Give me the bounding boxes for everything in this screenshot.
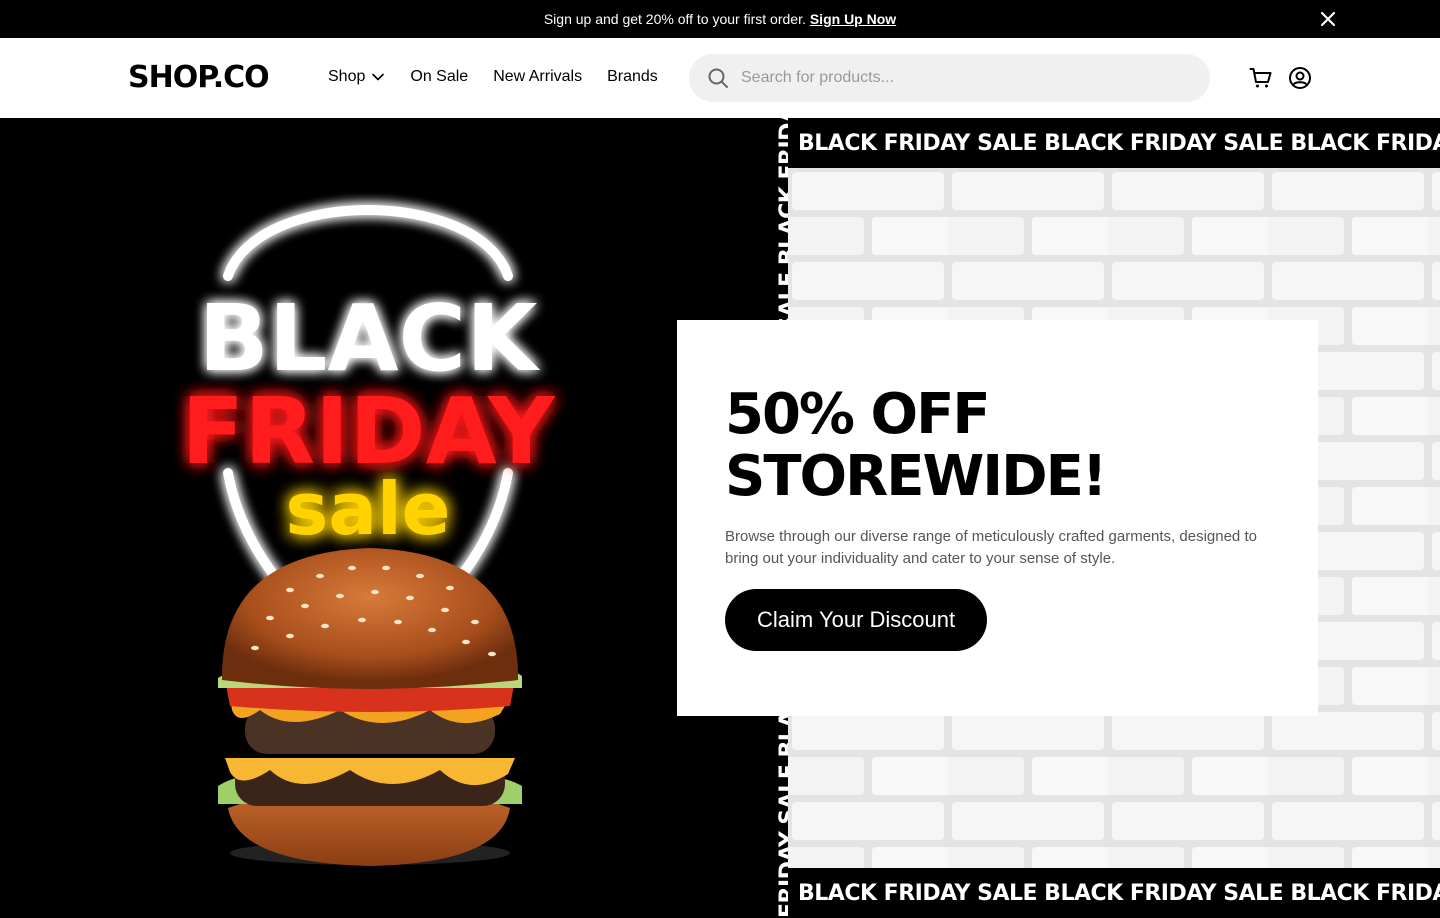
ticker-text: BLACK FRIDAY SALE BLACK FRIDAY SALE BLAC… bbox=[798, 130, 1440, 156]
announcement-bar: Sign up and get 20% off to your first or… bbox=[0, 0, 1440, 38]
cart-icon[interactable] bbox=[1249, 66, 1273, 90]
close-icon[interactable] bbox=[1318, 9, 1338, 29]
nav-item-shop[interactable]: Shop bbox=[328, 68, 385, 86]
search-input[interactable] bbox=[741, 69, 1181, 87]
search-bar bbox=[689, 54, 1210, 102]
nav-item-label: New Arrivals bbox=[493, 68, 583, 85]
promo-description: Browse through our diverse range of meti… bbox=[725, 528, 1257, 567]
promo-headline: 50% OFF STOREWIDE! bbox=[725, 382, 1107, 509]
search-icon bbox=[708, 68, 728, 88]
top-sale-ticker: BLACK FRIDAY SALE BLACK FRIDAY SALE BLAC… bbox=[788, 118, 1440, 168]
logo[interactable]: SHOP.CO bbox=[128, 60, 270, 95]
announcement-text: Sign up and get 20% off to your first or… bbox=[543, 11, 806, 27]
nav-item-new-arrivals[interactable]: New Arrivals bbox=[493, 68, 582, 86]
sign-up-link[interactable]: Sign Up Now bbox=[810, 11, 896, 27]
chevron-down-icon bbox=[372, 73, 385, 81]
hero-banner: BLACK FRIDAY sale BLACK FRIDAY SALE BLAC… bbox=[0, 118, 1440, 918]
main-nav: Shop On Sale New Arrivals Brands bbox=[328, 68, 658, 86]
nav-item-label: Brands bbox=[607, 68, 658, 85]
bottom-sale-ticker: BLACK FRIDAY SALE BLACK FRIDAY SALE BLAC… bbox=[788, 868, 1440, 918]
claim-discount-button[interactable]: Claim Your Discount bbox=[725, 589, 988, 651]
promo-card: 50% OFF STOREWIDE! Browse through our di… bbox=[677, 320, 1318, 716]
burger-image bbox=[218, 548, 522, 866]
ticker-text: BLACK FRIDAY SALE BLACK FRIDAY SALE BLAC… bbox=[798, 880, 1440, 906]
account-icon[interactable] bbox=[1288, 66, 1312, 90]
neon-text-sale: sale bbox=[286, 467, 451, 551]
nav-item-label: Shop bbox=[328, 68, 366, 85]
neon-text-black: BLACK bbox=[199, 285, 541, 392]
site-header: SHOP.CO Shop On Sale New Arrivals Brands bbox=[0, 38, 1440, 118]
black-friday-neon-illustration: BLACK FRIDAY sale bbox=[181, 205, 556, 866]
nav-item-on-sale[interactable]: On Sale bbox=[410, 68, 468, 86]
nav-item-label: On Sale bbox=[410, 68, 469, 85]
nav-item-brands[interactable]: Brands bbox=[607, 68, 658, 86]
